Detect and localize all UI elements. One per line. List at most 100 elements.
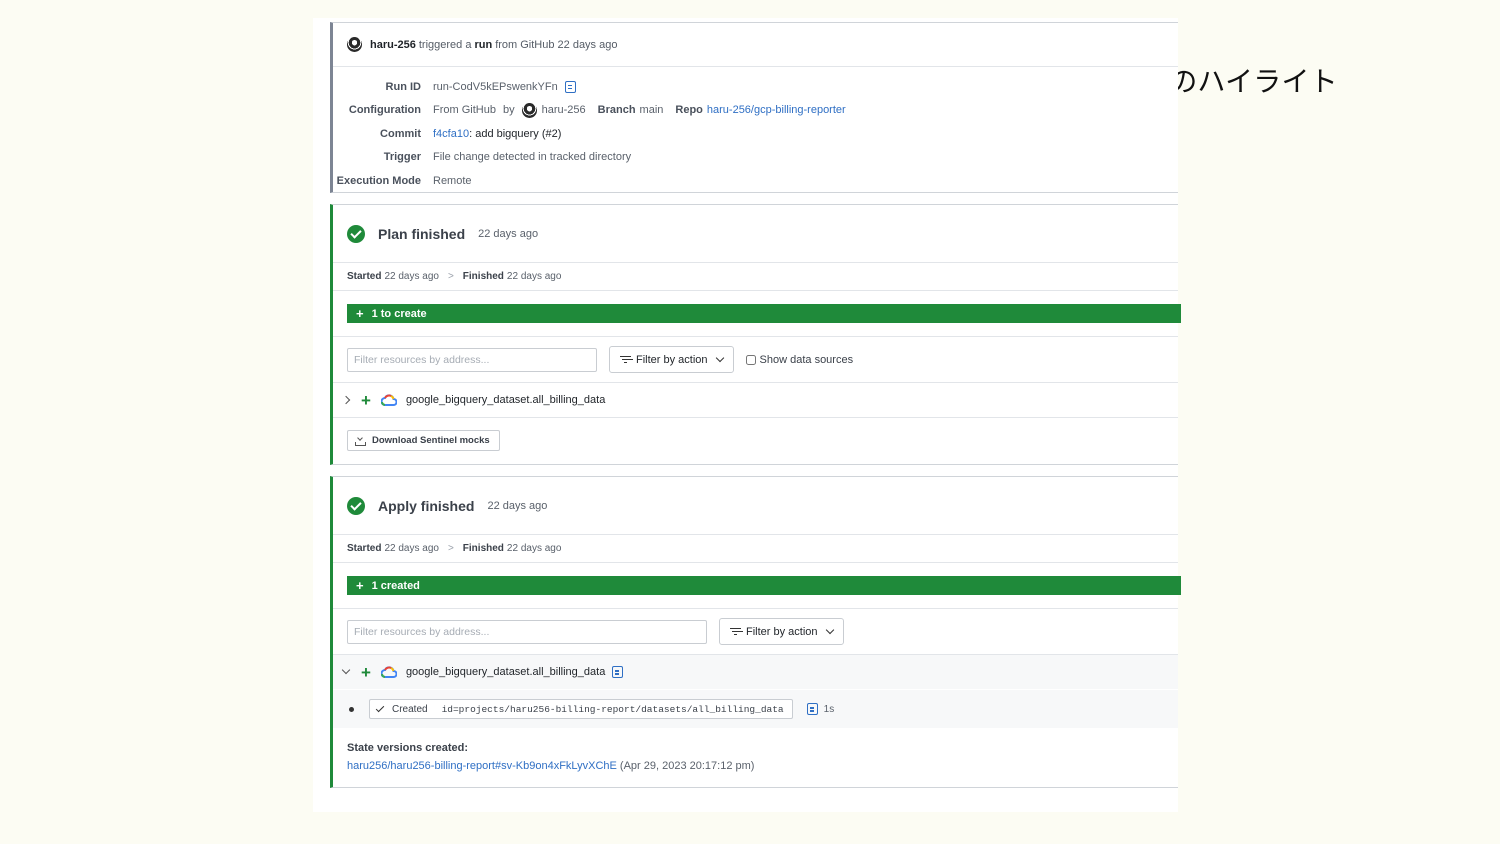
apply-card: Apply finished 22 days ago Started 22 da… [330,476,1181,788]
commit-hash-link[interactable]: f4cfa10 [433,128,469,140]
apply-summary-bar: + 1 created [347,576,1181,595]
execution-mode-label: Execution Mode [336,174,421,187]
plan-title: Plan finished [378,225,466,242]
trigger-source: from GitHub 22 days ago [495,38,618,51]
timeline-dot-icon [349,706,354,712]
apply-finished-label: Finished [462,543,504,554]
download-button-label: Download Sentinel mocks [372,435,490,446]
apply-time-row: Started 22 days ago > Finished 22 days a… [333,535,1178,563]
state-versions-block: State versions created: haru256/haru256-… [347,742,754,772]
run-page: haru-256 triggered a run from GitHub 22 … [313,18,1181,812]
branch-value: main [639,104,664,117]
commit-row: Commit f4cfa10 : add bigquery (#2) [333,122,846,146]
trigger-value: File change detected in tracked director… [433,151,632,164]
commit-message: : add bigquery (#2) [469,127,562,140]
state-versions-title: State versions created: [347,742,469,754]
plan-filter-button-label: Filter by action [636,353,708,366]
run-word: run [474,38,493,51]
chevron-down-icon [715,353,724,363]
repo-link[interactable]: haru-256/gcp-billing-reporter [707,104,846,116]
plan-header[interactable]: Plan finished 22 days ago [333,205,1178,263]
run-info-table: Run ID run-CodV5kEPswenkYFn Configuratio… [333,75,846,193]
clipboard-icon[interactable] [564,80,576,93]
apply-time-separator: > [447,543,454,554]
plan-resource-row[interactable]: + google_bigquery_dataset.all_billing_da… [333,383,1178,417]
run-id-label: Run ID [385,80,421,93]
apply-header[interactable]: Apply finished 22 days ago [333,477,1178,535]
plan-finished-value: 22 days ago [506,271,562,282]
apply-started-label: Started [347,543,382,554]
state-version-link[interactable]: haru256/haru256-billing-report#sv-Kb9on4… [347,760,617,772]
trigger-info-row: Trigger File change detected in tracked … [333,146,846,170]
plan-filter-row: Filter by action Show data sources [333,336,1178,383]
plan-time-separator: > [447,271,454,282]
apply-filter-by-action-button[interactable]: Filter by action [719,618,844,645]
state-version-line: haru256/haru256-billing-report#sv-Kb9on4… [347,760,754,772]
plan-time-row: Started 22 days ago > Finished 22 days a… [333,263,1178,291]
plan-filter-by-action-button[interactable]: Filter by action [609,346,734,373]
commit-label: Commit [380,127,421,140]
plan-card: Plan finished 22 days ago Started 22 day… [330,204,1181,465]
plus-icon: + [356,306,364,321]
branch-label: Branch [597,104,636,117]
download-sentinel-mocks-button[interactable]: Download Sentinel mocks [347,430,500,451]
apply-started-value: 22 days ago [384,543,439,554]
chevron-down-icon[interactable] [341,665,351,675]
plan-summary-text: 1 to create [371,307,427,320]
plus-icon: + [361,390,371,410]
apply-resource-row[interactable]: + google_bigquery_dataset.all_billing_da… [333,655,1178,689]
execution-mode-value: Remote [433,174,472,187]
divider [333,417,1178,418]
user-avatar [347,37,362,52]
created-label: Created [392,703,428,715]
check-icon [375,703,385,712]
configuration-row: Configuration From GitHub by haru-256 Br… [333,99,846,123]
check-circle-icon [347,496,365,515]
filter-icon [620,355,631,364]
apply-resource-address: google_bigquery_dataset.all_billing_data [405,666,606,678]
triggered-text: triggered a [418,38,472,51]
apply-filter-row: Filter by action [333,608,1178,655]
trigger-row: haru-256 triggered a run from GitHub 22 … [333,23,1178,67]
apply-result-row: Created id=projects/haru256-billing-repo… [333,690,1178,728]
show-data-sources-checkbox[interactable]: Show data sources [745,353,854,366]
check-circle-icon [347,224,365,243]
chevron-down-icon [825,625,834,635]
created-chip: Created id=projects/haru256-billing-repo… [369,699,793,719]
clipboard-icon[interactable] [612,666,624,678]
plus-icon: + [356,578,364,593]
plus-icon: + [361,662,371,682]
apply-time: 22 days ago [487,499,548,512]
show-data-sources-input[interactable] [745,354,756,365]
apply-filter-input[interactable] [347,619,707,644]
plan-finished-label: Finished [462,271,504,282]
apply-summary-text: 1 created [371,579,420,592]
plan-started-label: Started [347,271,382,282]
state-version-time: (Apr 29, 2023 20:17:12 pm) [619,760,755,772]
apply-filter-button-label: Filter by action [746,625,818,638]
plan-time: 22 days ago [478,227,539,240]
download-icon [355,436,366,446]
execution-mode-row: Execution Mode Remote [333,169,846,193]
run-details-card: haru-256 triggered a run from GitHub 22 … [330,22,1178,193]
configuration-source: From GitHub [433,104,496,117]
filter-icon [730,627,741,636]
plan-filter-input[interactable] [347,347,597,372]
chevron-right-icon[interactable] [341,395,351,405]
show-data-sources-label: Show data sources [759,353,854,366]
clipboard-icon[interactable] [806,703,818,715]
run-id-value: run-CodV5kEPswenkYFn [433,80,558,93]
repo-label: Repo [675,104,703,117]
configuration-user: haru-256 [541,104,586,117]
user-avatar [521,102,537,118]
configuration-label: Configuration [348,104,421,117]
plan-summary-bar: + 1 to create [347,304,1181,323]
created-resource-id: id=projects/haru256-billing-report/datas… [441,703,784,715]
plan-started-value: 22 days ago [384,271,439,282]
trigger-user[interactable]: haru-256 [370,39,416,51]
apply-duration: 1s [823,703,835,715]
plan-resource-address: google_bigquery_dataset.all_billing_data [405,394,606,406]
apply-title: Apply finished [378,497,475,514]
configuration-by: by [502,104,515,117]
google-cloud-icon [380,666,397,678]
